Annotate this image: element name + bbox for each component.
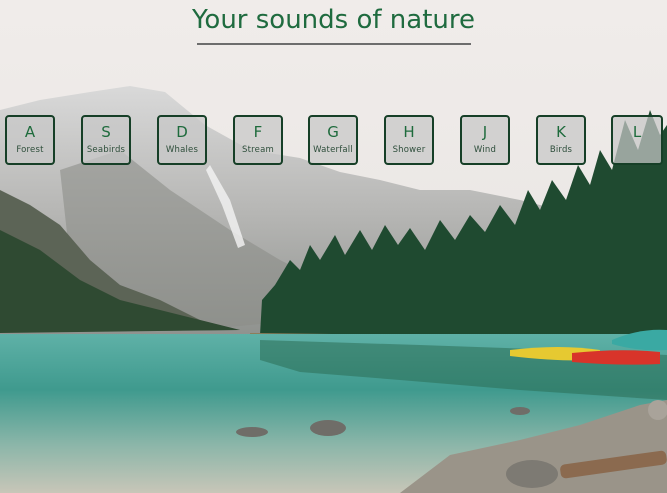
key-a[interactable]: A Forest (5, 115, 55, 165)
background-landscape (0, 0, 667, 493)
page-title: Your sounds of nature (191, 5, 476, 35)
key-letter: K (556, 123, 566, 141)
key-label: Waterfall (313, 145, 353, 155)
key-label: Wind (473, 145, 497, 155)
key-letter: L (632, 123, 642, 141)
key-label: Seabirds (86, 145, 126, 155)
rock (236, 427, 268, 437)
rock (506, 460, 558, 488)
rock (510, 407, 530, 415)
key-k[interactable]: K Birds (536, 115, 586, 165)
title-underline (197, 43, 471, 45)
key-letter: J (482, 123, 488, 141)
key-label: Stream (242, 145, 274, 155)
key-letter: F (253, 123, 263, 141)
key-letter: G (327, 123, 339, 141)
key-letter: D (176, 123, 188, 141)
key-g[interactable]: G Waterfall (308, 115, 358, 165)
key-d[interactable]: D Whales (157, 115, 207, 165)
key-s[interactable]: S Seabirds (81, 115, 131, 165)
key-label: Forest (16, 145, 44, 155)
rock (310, 420, 346, 436)
key-letter: S (101, 123, 111, 141)
key-label: Whales (165, 145, 199, 155)
canoe-red (572, 350, 660, 365)
key-letter: H (403, 123, 415, 141)
key-label: Shower (392, 145, 426, 155)
key-j[interactable]: J Wind (460, 115, 510, 165)
key-h[interactable]: H Shower (384, 115, 434, 165)
key-f[interactable]: F Stream (233, 115, 283, 165)
key-l[interactable]: L (611, 115, 663, 165)
key-letter: A (24, 123, 36, 141)
key-label: Birds (549, 145, 573, 155)
